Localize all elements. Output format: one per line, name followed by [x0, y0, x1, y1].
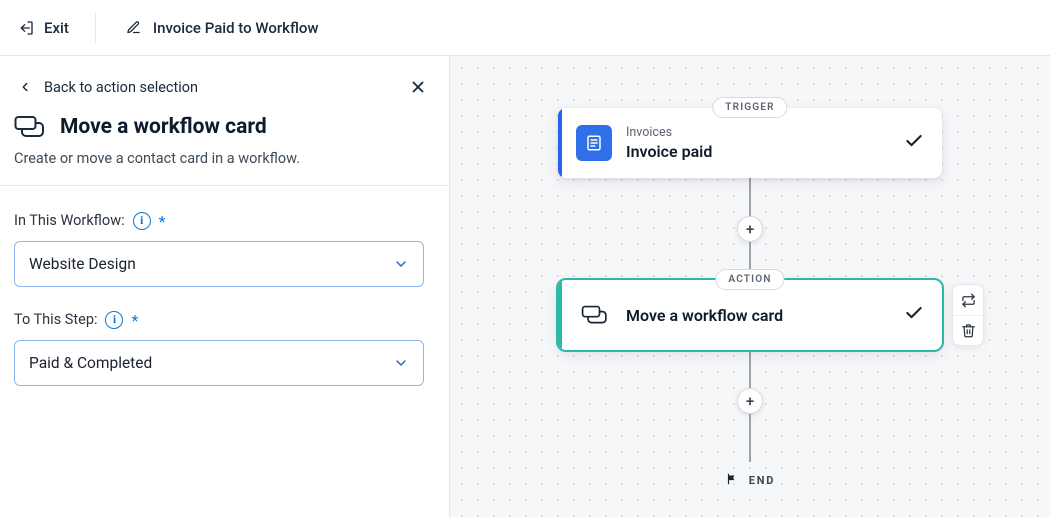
info-icon[interactable]: i	[133, 212, 151, 230]
action-node[interactable]: ACTION Move a workflow card	[558, 280, 942, 350]
check-icon	[904, 303, 924, 327]
chevron-down-icon	[393, 355, 409, 371]
workflow-title: Invoice Paid to Workflow	[153, 19, 319, 37]
info-icon[interactable]: i	[105, 311, 123, 329]
step-select-value: Paid & Completed	[29, 354, 152, 372]
required-indicator: *	[131, 311, 138, 330]
trigger-node[interactable]: TRIGGER Invoices Invoice paid	[558, 108, 942, 178]
config-sidebar: Back to action selection Move a workflow…	[0, 56, 450, 517]
workflow-card-icon	[14, 114, 44, 140]
node-tools	[952, 284, 984, 346]
step-select[interactable]: Paid & Completed	[14, 340, 424, 386]
close-icon	[409, 78, 427, 96]
back-link[interactable]: Back to action selection	[18, 79, 198, 96]
swap-icon	[961, 293, 976, 308]
node-accent	[558, 280, 562, 350]
pencil-icon	[126, 20, 141, 35]
node-accent	[558, 108, 562, 178]
node-type-pill: ACTION	[715, 269, 784, 290]
workflow-field-label: In This Workflow:	[14, 212, 125, 229]
app-header: Exit Invoice Paid to Workflow	[0, 0, 1050, 56]
node-title: Move a workflow card	[626, 306, 904, 325]
workflow-field: In This Workflow: i * Website Design	[14, 210, 435, 287]
step-field-label: To This Step:	[14, 311, 97, 328]
check-icon	[904, 131, 924, 155]
workflow-title-wrap[interactable]: Invoice Paid to Workflow	[126, 19, 319, 37]
chevron-left-icon	[18, 80, 32, 94]
workflow-card-icon	[576, 297, 612, 333]
swap-action-button[interactable]	[953, 285, 983, 315]
required-indicator: *	[159, 212, 166, 231]
add-step-button[interactable]: +	[737, 388, 763, 414]
flow-canvas[interactable]: TRIGGER Invoices Invoice paid	[450, 56, 1050, 517]
page-subtitle: Create or move a contact card in a workf…	[14, 150, 435, 167]
page-title: Move a workflow card	[60, 115, 267, 139]
node-type-pill: TRIGGER	[712, 97, 787, 118]
add-step-button[interactable]: +	[737, 216, 763, 242]
flag-icon	[725, 472, 739, 489]
trash-icon	[961, 323, 976, 338]
flow-edge	[749, 414, 751, 462]
close-button[interactable]	[405, 74, 431, 100]
end-label: END	[749, 474, 776, 487]
exit-button[interactable]: Exit	[18, 13, 96, 43]
flow-end: END	[725, 472, 776, 489]
exit-icon	[18, 20, 34, 36]
step-field: To This Step: i * Paid & Completed	[14, 309, 435, 386]
workflow-select-value: Website Design	[29, 255, 136, 273]
flow-edge	[749, 178, 751, 216]
node-kicker: Invoices	[626, 125, 904, 140]
chevron-down-icon	[393, 256, 409, 272]
back-label: Back to action selection	[44, 79, 198, 96]
workflow-select[interactable]: Website Design	[14, 241, 424, 287]
delete-action-button[interactable]	[953, 315, 983, 345]
exit-label: Exit	[44, 19, 69, 37]
flow-edge	[749, 350, 751, 388]
node-title: Invoice paid	[626, 142, 904, 161]
invoice-icon	[576, 125, 612, 161]
